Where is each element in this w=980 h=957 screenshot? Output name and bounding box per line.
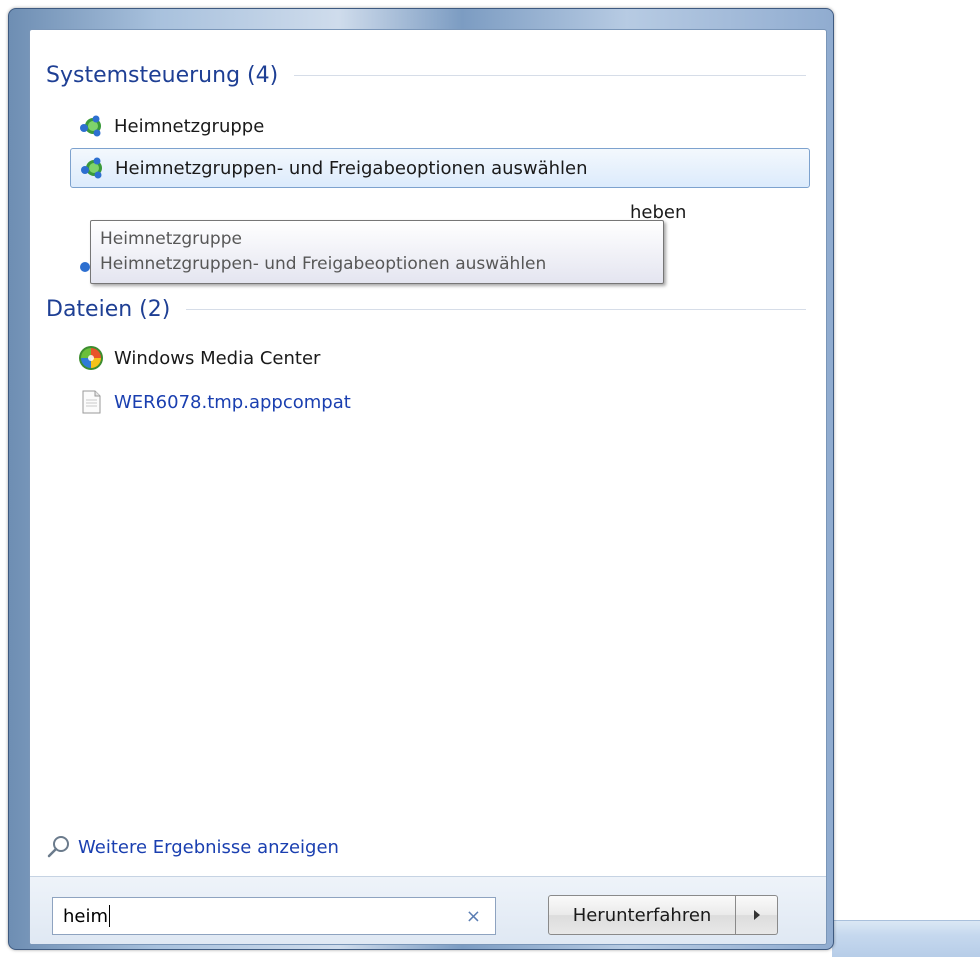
search-value: heim <box>63 905 109 927</box>
bottom-bar: heim × Herunterfahren <box>30 876 826 944</box>
chevron-right-icon <box>752 906 762 925</box>
result-label: WER6078.tmp.appcompat <box>114 391 351 413</box>
group-header-control-panel: Systemsteuerung (4) <box>46 60 806 90</box>
tooltip-line: Heimnetzgruppen- und Freigabeoptionen au… <box>100 254 547 274</box>
result-homegroup-sharing-options[interactable]: Heimnetzgruppen- und Freigabeoptionen au… <box>70 148 810 188</box>
shutdown-control: Herunterfahren <box>548 895 778 937</box>
divider <box>186 308 806 310</box>
shutdown-label: Herunterfahren <box>572 904 712 926</box>
homegroup-icon <box>80 262 90 272</box>
clear-search-button[interactable]: × <box>466 906 481 927</box>
divider <box>294 74 806 76</box>
shutdown-button[interactable]: Herunterfahren <box>548 895 736 935</box>
start-menu-frame: Systemsteuerung (4) Heimnetzgruppe Heimn… <box>8 8 834 950</box>
more-results-link[interactable]: Weitere Ergebnisse anzeigen <box>46 830 339 864</box>
homegroup-icon <box>79 155 105 181</box>
tooltip-line: Heimnetzgruppe <box>100 229 242 249</box>
result-windows-media-center[interactable]: Windows Media Center <box>70 338 320 378</box>
search-results-panel: Systemsteuerung (4) Heimnetzgruppe Heimn… <box>29 29 827 945</box>
more-results-label: Weitere Ergebnisse anzeigen <box>78 836 339 858</box>
result-file-wer[interactable]: WER6078.tmp.appcompat <box>70 382 351 422</box>
tooltip: Heimnetzgruppe Heimnetzgruppen- und Frei… <box>90 220 664 284</box>
result-label: Windows Media Center <box>114 347 321 369</box>
file-icon <box>78 389 104 415</box>
search-input[interactable]: heim × <box>52 897 496 935</box>
search-icon <box>46 834 72 860</box>
text-caret <box>109 905 111 927</box>
media-center-icon <box>78 345 104 371</box>
group-title: Dateien (2) <box>46 296 171 322</box>
result-label: Heimnetzgruppe <box>114 115 265 137</box>
group-title: Systemsteuerung (4) <box>46 62 279 88</box>
result-homegroup[interactable]: Heimnetzgruppe <box>70 106 264 146</box>
taskbar <box>832 920 980 957</box>
homegroup-icon <box>78 113 104 139</box>
group-header-files: Dateien (2) <box>46 294 806 324</box>
result-label: Heimnetzgruppen- und Freigabeoptionen au… <box>115 157 588 179</box>
shutdown-options-button[interactable] <box>736 895 778 935</box>
